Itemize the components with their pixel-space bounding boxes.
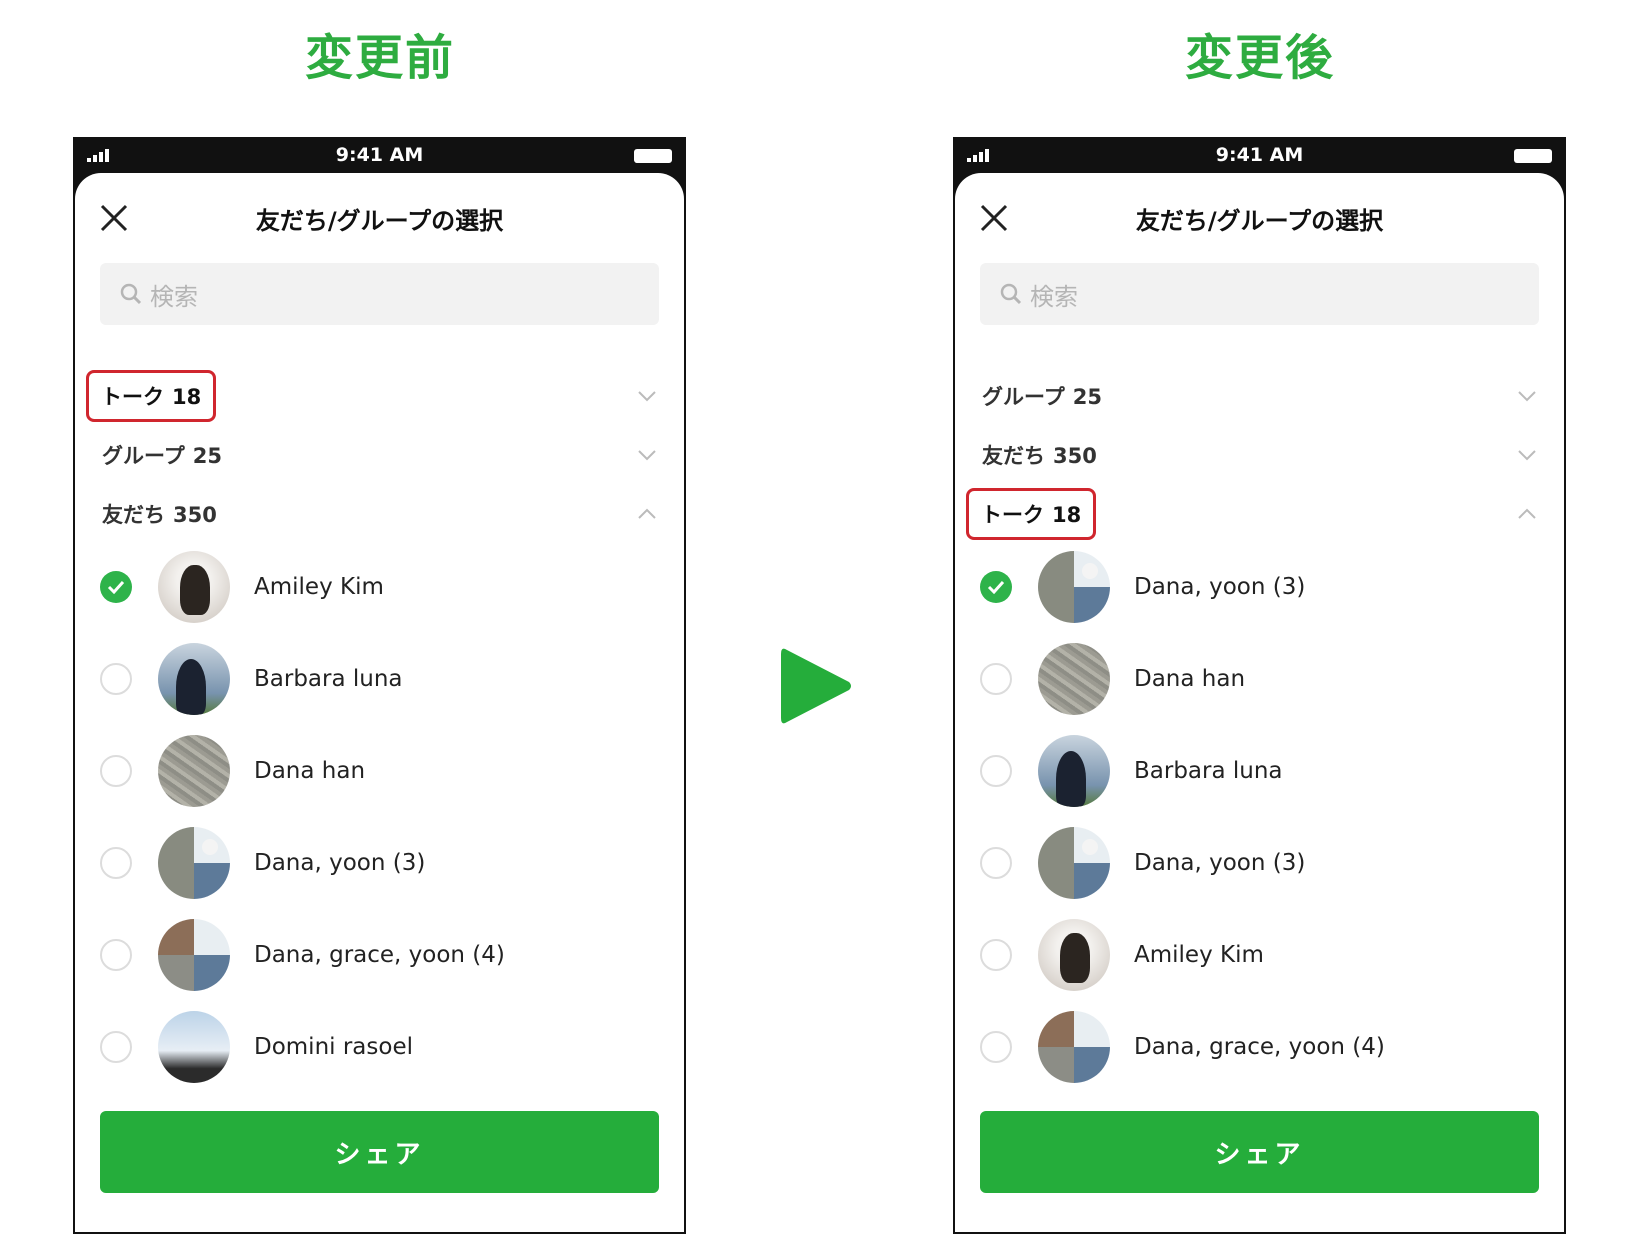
contact-name: Domini rasoel <box>254 1034 414 1060</box>
list-item[interactable]: Dana, grace, yoon (4) <box>980 1001 1539 1093</box>
chevron-down-icon <box>1518 450 1536 461</box>
share-button[interactable]: シェア <box>100 1111 659 1193</box>
chevron-up-icon <box>638 508 656 519</box>
contact-name: Barbara luna <box>1134 758 1283 784</box>
top-bar: 友だち/グループの選択 <box>955 173 1564 263</box>
phone-after: 9:41 AM 友だち/グループの選択 検索 グループ 25 友だち 350 トーク… <box>953 137 1566 1234</box>
checkbox[interactable] <box>100 1031 132 1063</box>
section-talk[interactable]: トーク 18 <box>966 488 1539 540</box>
section-label: 友だち 350 <box>982 444 1097 468</box>
battery-icon <box>1514 149 1552 163</box>
chevron-down-icon <box>638 391 656 402</box>
heading-after: 変更後 <box>1184 30 1335 86</box>
section-group[interactable]: グループ 25 <box>100 430 659 480</box>
contact-name: Dana, grace, yoon (4) <box>254 942 505 968</box>
list-item[interactable]: Amiley Kim <box>980 909 1539 1001</box>
section-label: グループ 25 <box>102 444 222 468</box>
section-label: 友だち 350 <box>102 503 217 527</box>
section-label: トーク 18 <box>86 370 217 422</box>
section-group[interactable]: グループ 25 <box>980 371 1539 421</box>
screen-title: 友だち/グループの選択 <box>1135 207 1384 235</box>
group-avatar <box>1038 1011 1110 1083</box>
list-item[interactable]: Barbara luna <box>980 725 1539 817</box>
chevron-up-icon <box>1518 508 1536 519</box>
checkbox-checked[interactable] <box>980 571 1012 603</box>
battery-icon <box>634 149 672 163</box>
phone-before: 9:41 AM 友だち/グループの選択 検索 トーク 18 グループ 25 友だち 3… <box>73 137 686 1234</box>
contact-name: Dana han <box>254 758 366 784</box>
check-icon <box>987 580 1005 594</box>
status-bar: 9:41 AM <box>75 139 684 173</box>
top-bar: 友だち/グループの選択 <box>75 173 684 263</box>
status-time: 9:41 AM <box>1215 144 1304 166</box>
avatar <box>158 735 230 807</box>
checkbox[interactable] <box>100 663 132 695</box>
section-friends[interactable]: 友だち 350 <box>980 430 1539 480</box>
chevron-down-icon <box>638 450 656 461</box>
section-friends[interactable]: 友だち 350 <box>100 489 659 539</box>
search-input[interactable]: 検索 <box>100 263 659 325</box>
contact-name: Dana han <box>1134 666 1246 692</box>
section-label: グループ 25 <box>982 385 1102 409</box>
contact-name: Dana, yoon (3) <box>254 850 426 876</box>
list-item[interactable]: Dana, grace, yoon (4) <box>100 909 659 1001</box>
list-item[interactable]: Domini rasoel <box>100 1001 659 1093</box>
checkbox[interactable] <box>100 939 132 971</box>
list-item[interactable]: Dana, yoon (3) <box>980 541 1539 633</box>
section-talk[interactable]: トーク 18 <box>86 370 659 422</box>
avatar <box>158 643 230 715</box>
contact-name: Amiley Kim <box>254 574 384 600</box>
checkbox[interactable] <box>980 847 1012 879</box>
checkbox[interactable] <box>100 755 132 787</box>
contact-name: Barbara luna <box>254 666 403 692</box>
list-item[interactable]: Dana, yoon (3) <box>980 817 1539 909</box>
screen: 友だち/グループの選択 検索 トーク 18 グループ 25 友だち 350 Amile… <box>75 173 684 1232</box>
status-bar: 9:41 AM <box>955 139 1564 173</box>
section-label: トーク 18 <box>966 488 1097 540</box>
checkbox[interactable] <box>100 847 132 879</box>
checkbox[interactable] <box>980 939 1012 971</box>
checkbox[interactable] <box>980 663 1012 695</box>
contact-name: Dana, yoon (3) <box>1134 574 1306 600</box>
checkbox-checked[interactable] <box>100 571 132 603</box>
search-placeholder: 検索 <box>150 282 198 311</box>
avatar <box>158 1011 230 1083</box>
list-item[interactable]: Dana han <box>100 725 659 817</box>
check-icon <box>107 580 125 594</box>
search-input[interactable]: 検索 <box>980 263 1539 325</box>
contact-name: Dana, grace, yoon (4) <box>1134 1034 1385 1060</box>
search-placeholder: 検索 <box>1030 282 1078 311</box>
checkbox[interactable] <box>980 1031 1012 1063</box>
avatar <box>1038 735 1110 807</box>
list-item[interactable]: Barbara luna <box>100 633 659 725</box>
group-avatar <box>1038 551 1110 623</box>
list-item[interactable]: Dana han <box>980 633 1539 725</box>
arrow-right-icon <box>781 648 851 724</box>
list-item[interactable]: Amiley Kim <box>100 541 659 633</box>
screen: 友だち/グループの選択 検索 グループ 25 友だち 350 トーク 18 Dana,… <box>955 173 1564 1232</box>
screen-title: 友だち/グループの選択 <box>255 207 504 235</box>
search-icon <box>120 283 142 305</box>
group-avatar <box>158 919 230 991</box>
search-icon <box>1000 283 1022 305</box>
share-button[interactable]: シェア <box>980 1111 1539 1193</box>
contact-name: Amiley Kim <box>1134 942 1264 968</box>
avatar <box>1038 919 1110 991</box>
avatar <box>158 551 230 623</box>
checkbox[interactable] <box>980 755 1012 787</box>
group-avatar <box>1038 827 1110 899</box>
contact-name: Dana, yoon (3) <box>1134 850 1306 876</box>
heading-before: 変更前 <box>304 30 455 86</box>
avatar <box>1038 643 1110 715</box>
group-avatar <box>158 827 230 899</box>
status-time: 9:41 AM <box>335 144 424 166</box>
list-item[interactable]: Dana, yoon (3) <box>100 817 659 909</box>
chevron-down-icon <box>1518 391 1536 402</box>
